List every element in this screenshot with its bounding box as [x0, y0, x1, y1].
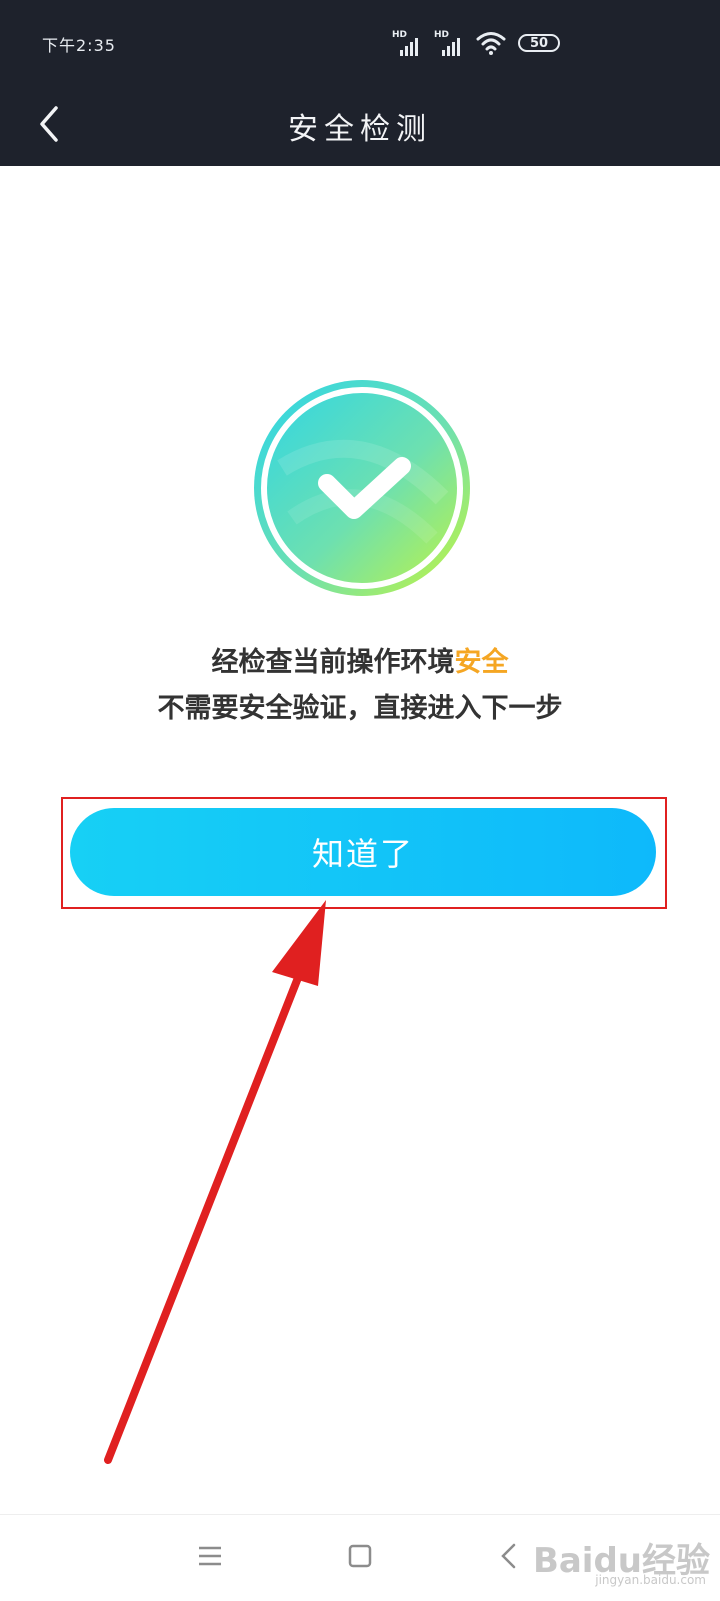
baidu-watermark-url: jingyan.baidu.com — [595, 1573, 706, 1587]
page-title: 安全检测 — [288, 112, 432, 147]
chevron-left-icon — [501, 1543, 516, 1569]
menu-icon — [199, 1546, 221, 1566]
wifi-icon — [476, 32, 506, 55]
result-line-1: 经检查当前操作环境安全 — [0, 640, 720, 686]
signal-icon: HD — [434, 30, 464, 56]
nav-bar: 安全检测 — [0, 86, 720, 166]
status-icons: HD HD 50 — [392, 28, 560, 58]
back-key[interactable] — [484, 1531, 534, 1581]
status-bar: 下午2:35 HD HD 50 — [0, 0, 720, 86]
square-icon — [348, 1544, 372, 1568]
system-nav-bar: Baidu经验 jingyan.baidu.com — [0, 1514, 720, 1601]
result-line-1-text: 经检查当前操作环境 — [211, 647, 455, 678]
got-it-button[interactable]: 知道了 — [70, 808, 656, 896]
check-circle-icon — [254, 380, 470, 596]
home-key[interactable] — [335, 1531, 385, 1581]
result-message: 经检查当前操作环境安全 不需要安全验证，直接进入下一步 — [0, 640, 720, 732]
result-line-2: 不需要安全验证，直接进入下一步 — [157, 693, 563, 724]
safe-highlight: 安全 — [454, 647, 509, 678]
status-time: 下午2:35 — [42, 36, 116, 55]
signal-icon: HD — [392, 30, 422, 56]
menu-key[interactable] — [185, 1531, 235, 1581]
battery-icon: 50 — [518, 34, 560, 52]
top-bar: 下午2:35 HD HD 50 安全检测 — [0, 0, 720, 166]
